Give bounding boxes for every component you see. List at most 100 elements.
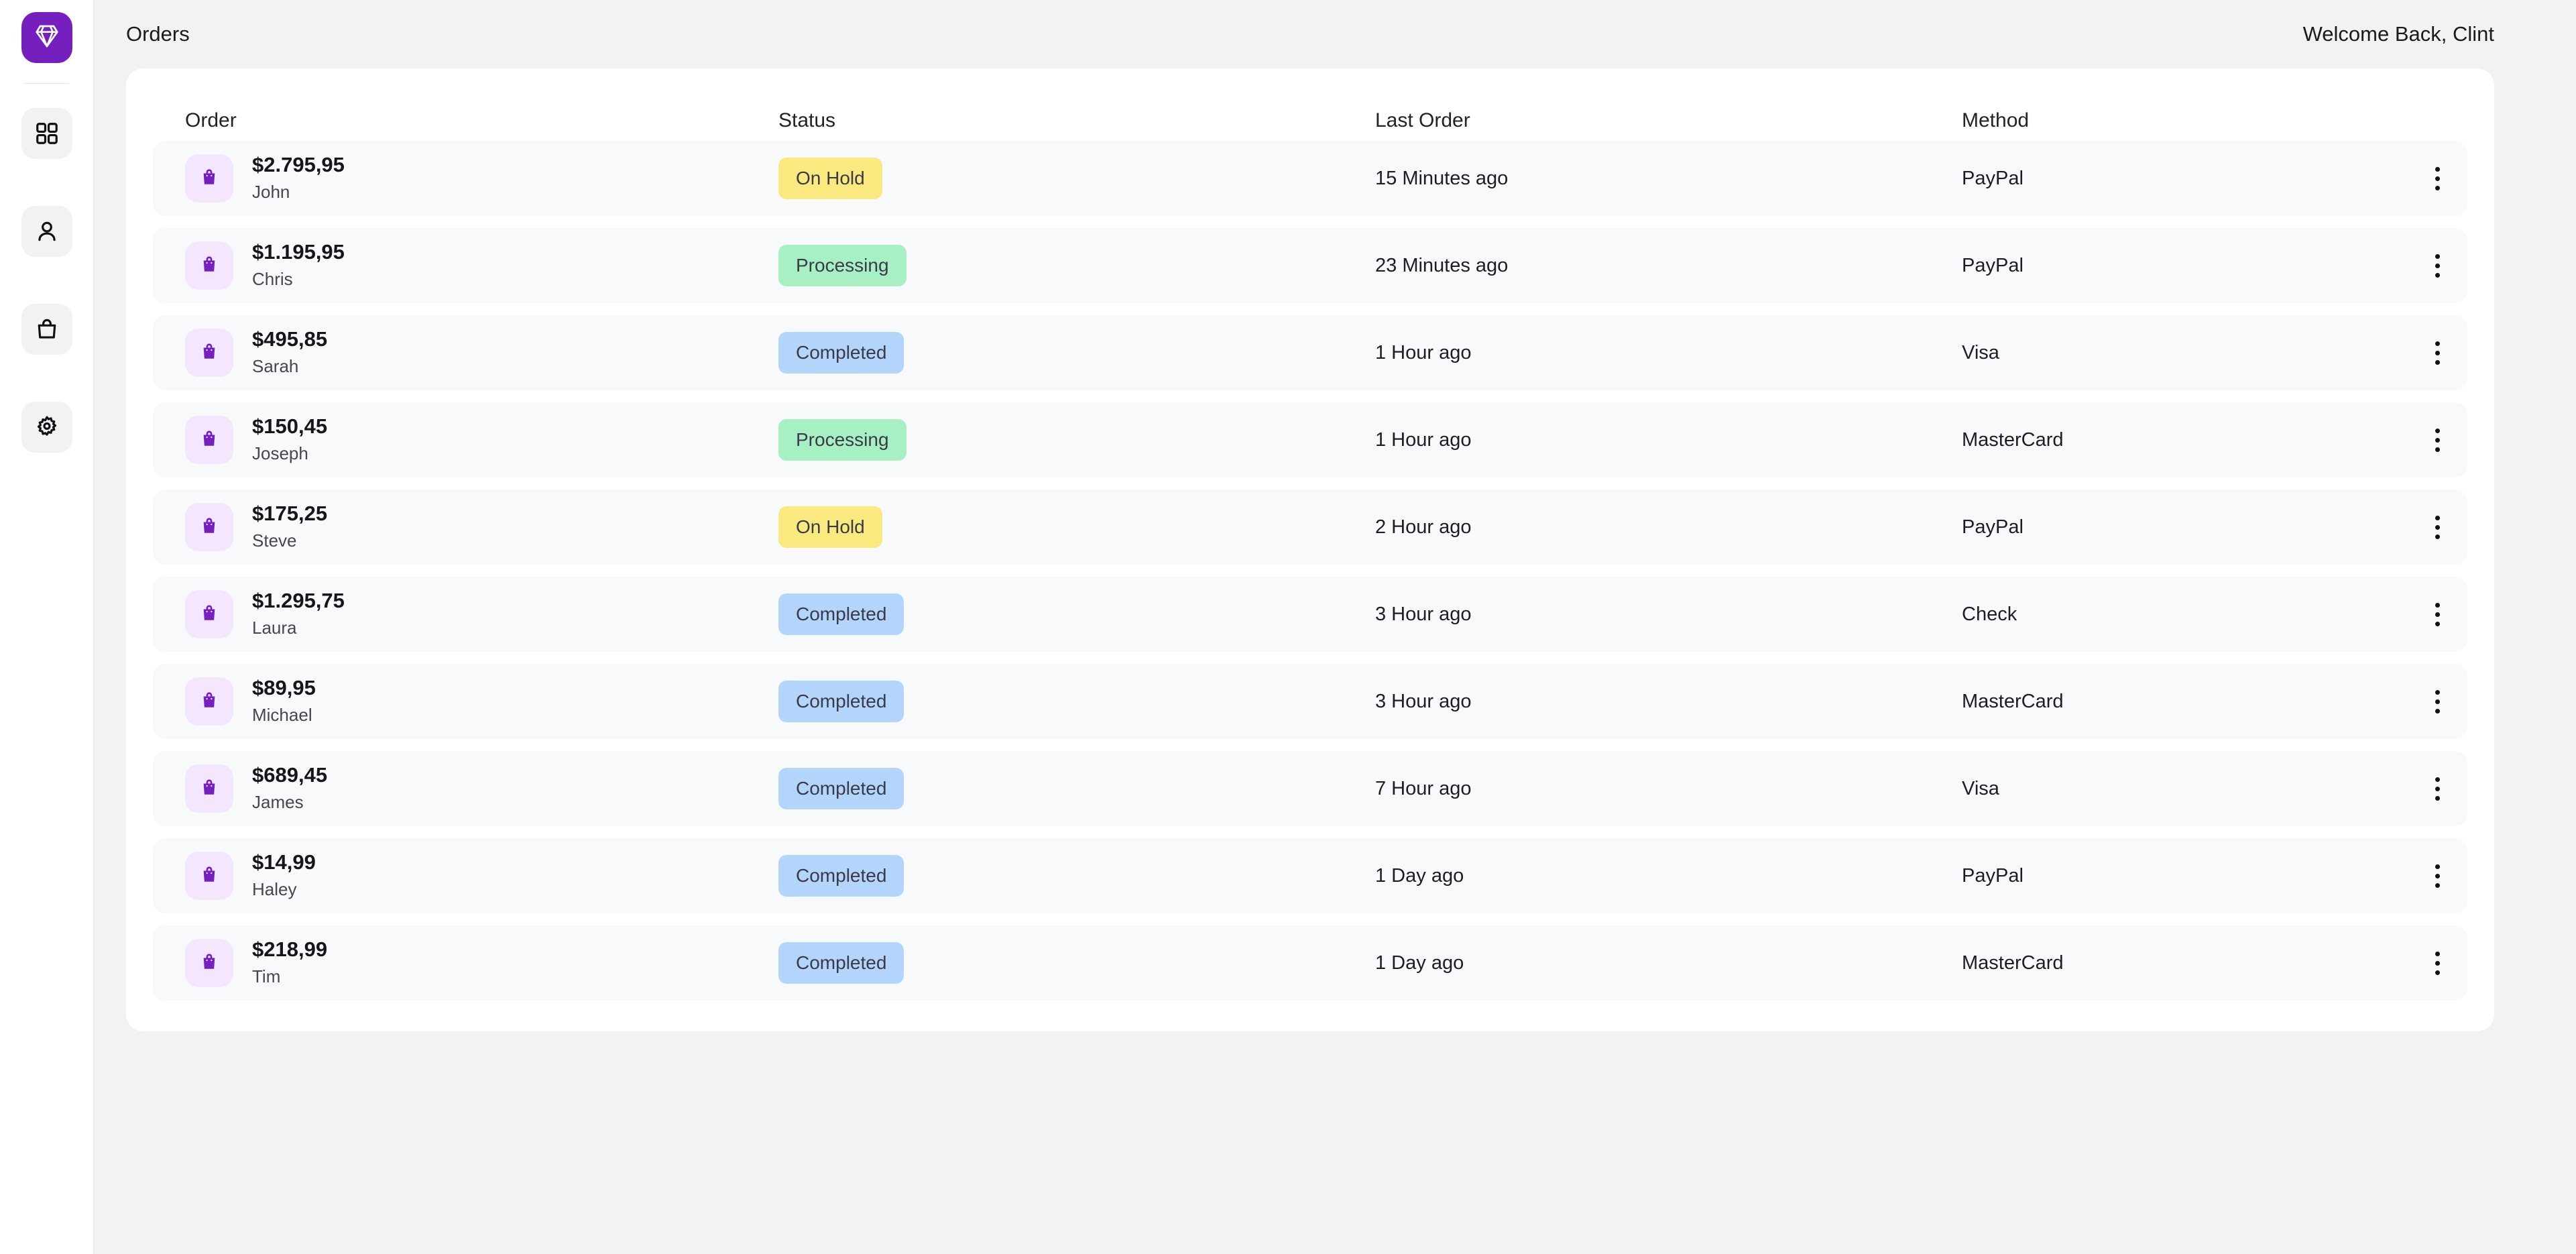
more-vertical-icon[interactable] (2424, 333, 2451, 373)
order-customer-name: Laura (252, 616, 345, 640)
order-details: $1.195,95 Chris (252, 240, 345, 291)
shopping-bag-icon (198, 689, 221, 715)
welcome-message: Welcome Back, Clint (2303, 22, 2494, 46)
shopping-bag-icon (34, 317, 60, 342)
order-amount: $150,45 (252, 414, 327, 439)
user-icon (34, 219, 60, 244)
shopping-bag-icon (198, 863, 221, 889)
status-badge: Completed (778, 593, 904, 635)
method-cell: Visa (1962, 342, 2407, 364)
row-actions-cell (2407, 681, 2467, 722)
more-vertical-icon[interactable] (2424, 681, 2451, 722)
status-badge: Processing (778, 419, 906, 461)
more-vertical-icon[interactable] (2424, 943, 2451, 983)
table-header-row: Order Status Last Order Method (153, 101, 2467, 141)
shopping-bag-icon (198, 950, 221, 976)
sidebar-item-orders[interactable] (21, 304, 72, 355)
order-bag-icon-tile (185, 764, 233, 813)
status-badge: Completed (778, 855, 904, 897)
table-row[interactable]: $175,25 Steve On Hold 2 Hour ago PayPal (153, 490, 2467, 565)
method-cell: PayPal (1962, 865, 2407, 887)
row-actions-cell (2407, 943, 2467, 983)
column-header-method: Method (1962, 109, 2407, 132)
order-details: $689,45 James (252, 763, 327, 814)
more-vertical-icon[interactable] (2424, 856, 2451, 896)
order-amount: $89,95 (252, 676, 316, 700)
order-customer-name: Tim (252, 964, 327, 988)
table-row[interactable]: $495,85 Sarah Completed 1 Hour ago Visa (153, 315, 2467, 390)
order-amount: $495,85 (252, 327, 327, 351)
method-cell: MasterCard (1962, 429, 2407, 451)
order-details: $175,25 Steve (252, 502, 327, 553)
order-bag-icon-tile (185, 852, 233, 900)
order-cell: $175,25 Steve (185, 502, 778, 553)
status-cell: Completed (778, 332, 1375, 374)
last-order-cell: 2 Hour ago (1375, 516, 1962, 538)
order-cell: $14,99 Haley (185, 850, 778, 901)
more-vertical-icon[interactable] (2424, 158, 2451, 198)
row-actions-cell (2407, 768, 2467, 809)
method-cell: MasterCard (1962, 952, 2407, 974)
more-vertical-icon[interactable] (2424, 507, 2451, 547)
table-row[interactable]: $2.795,95 John On Hold 15 Minutes ago Pa… (153, 141, 2467, 216)
more-vertical-icon[interactable] (2424, 245, 2451, 286)
table-row[interactable]: $689,45 James Completed 7 Hour ago Visa (153, 751, 2467, 826)
shopping-bag-icon (198, 340, 221, 366)
orders-table-body: $2.795,95 John On Hold 15 Minutes ago Pa… (153, 141, 2467, 1001)
sidebar-item-customers[interactable] (21, 206, 72, 257)
last-order-cell: 3 Hour ago (1375, 604, 1962, 626)
status-badge: Completed (778, 681, 904, 722)
column-header-status: Status (778, 109, 1375, 132)
last-order-cell: 7 Hour ago (1375, 778, 1962, 800)
status-cell: Processing (778, 419, 1375, 461)
more-vertical-icon[interactable] (2424, 594, 2451, 634)
table-row[interactable]: $218,99 Tim Completed 1 Day ago MasterCa… (153, 925, 2467, 1001)
order-customer-name: Steve (252, 528, 327, 553)
shopping-bag-icon (198, 514, 221, 540)
order-amount: $689,45 (252, 763, 327, 787)
sidebar (0, 0, 94, 1254)
status-cell: Processing (778, 245, 1375, 286)
method-cell: PayPal (1962, 168, 2407, 190)
more-vertical-icon[interactable] (2424, 420, 2451, 460)
order-cell: $150,45 Joseph (185, 414, 778, 465)
status-cell: Completed (778, 855, 1375, 897)
order-cell: $218,99 Tim (185, 937, 778, 988)
table-row[interactable]: $14,99 Haley Completed 1 Day ago PayPal (153, 838, 2467, 913)
last-order-cell: 1 Hour ago (1375, 429, 1962, 451)
diamond-icon (34, 23, 60, 53)
method-cell: Check (1962, 604, 2407, 626)
status-cell: Completed (778, 942, 1375, 984)
order-details: $2.795,95 John (252, 153, 345, 204)
order-amount: $1.295,75 (252, 589, 345, 613)
table-row[interactable]: $150,45 Joseph Processing 1 Hour ago Mas… (153, 402, 2467, 477)
order-bag-icon-tile (185, 329, 233, 377)
table-row[interactable]: $89,95 Michael Completed 3 Hour ago Mast… (153, 664, 2467, 739)
order-customer-name: James (252, 790, 327, 814)
method-cell: MasterCard (1962, 691, 2407, 713)
order-customer-name: Michael (252, 703, 316, 727)
table-row[interactable]: $1.195,95 Chris Processing 23 Minutes ag… (153, 228, 2467, 303)
order-bag-icon-tile (185, 241, 233, 290)
order-cell: $1.295,75 Laura (185, 589, 778, 640)
app-logo[interactable] (21, 12, 72, 63)
order-cell: $495,85 Sarah (185, 327, 778, 378)
order-details: $218,99 Tim (252, 937, 327, 988)
shopping-bag-icon (198, 427, 221, 453)
status-cell: Completed (778, 768, 1375, 809)
table-row[interactable]: $1.295,75 Laura Completed 3 Hour ago Che… (153, 577, 2467, 652)
order-details: $495,85 Sarah (252, 327, 327, 378)
sidebar-item-settings[interactable] (21, 402, 72, 453)
order-bag-icon-tile (185, 416, 233, 464)
row-actions-cell (2407, 507, 2467, 547)
main-area: Orders Welcome Back, Clint Order Status … (94, 0, 2576, 1254)
order-bag-icon-tile (185, 939, 233, 987)
column-header-order: Order (185, 109, 778, 132)
status-badge: Completed (778, 942, 904, 984)
sidebar-item-dashboard[interactable] (21, 108, 72, 159)
last-order-cell: 23 Minutes ago (1375, 255, 1962, 277)
gear-icon (34, 414, 60, 440)
last-order-cell: 3 Hour ago (1375, 691, 1962, 713)
order-amount: $175,25 (252, 502, 327, 526)
more-vertical-icon[interactable] (2424, 768, 2451, 809)
